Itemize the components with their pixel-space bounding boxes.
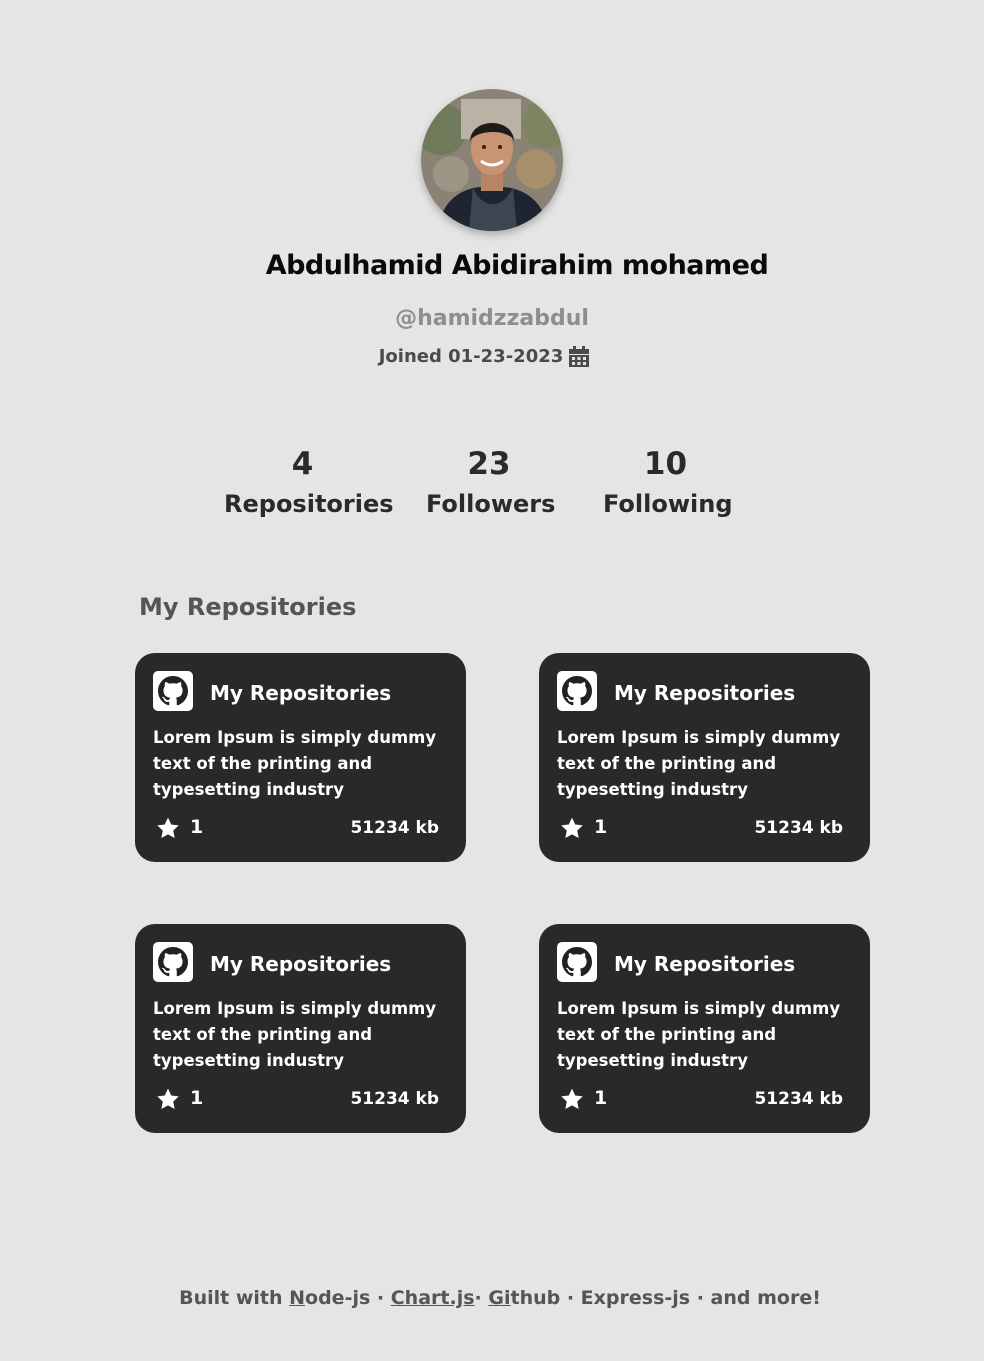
footer-github-first: Gi xyxy=(488,1287,511,1309)
joined-text: Joined 01-23-2023 xyxy=(378,346,564,367)
repo-size: 51234 kb xyxy=(350,818,439,838)
repo-size: 51234 kb xyxy=(350,1089,439,1109)
github-icon xyxy=(153,942,193,982)
profile-page: Abdulhamid Abidirahim mohamed @hamidzzab… xyxy=(0,0,984,1361)
stat-value: 23 xyxy=(467,446,511,482)
footer-link-nodejs[interactable]: Node-js xyxy=(289,1287,370,1309)
profile-name: Abdulhamid Abidirahim mohamed xyxy=(265,250,769,281)
repo-size: 51234 kb xyxy=(754,1089,843,1109)
footer-node-first: N xyxy=(289,1287,306,1309)
star-icon xyxy=(155,1087,181,1112)
profile-handle: @hamidzzabdul xyxy=(395,306,589,331)
section-title: My Repositories xyxy=(139,593,357,621)
repo-card[interactable]: My Repositories Lorem Ipsum is simply du… xyxy=(539,653,870,862)
stat-repositories[interactable]: 4 Repositories xyxy=(224,444,394,524)
repo-card[interactable]: My Repositories Lorem Ipsum is simply du… xyxy=(539,924,870,1133)
stat-value: 4 xyxy=(291,446,314,482)
stat-value: 10 xyxy=(643,446,688,482)
github-icon xyxy=(557,942,597,982)
footer-rest: · Express-js · and more! xyxy=(560,1287,821,1309)
star-icon xyxy=(559,1087,585,1112)
star-icon xyxy=(155,816,181,841)
repo-title[interactable]: My Repositories xyxy=(614,681,795,705)
star-count: 1 xyxy=(190,816,204,838)
stat-followers[interactable]: 23 Followers xyxy=(426,444,556,524)
star-count: 1 xyxy=(594,1087,608,1109)
footer-github-rest: thub xyxy=(510,1287,561,1309)
stat-label: Repositories xyxy=(224,490,394,518)
calendar-icon xyxy=(569,346,590,367)
stat-following[interactable]: 10 Following xyxy=(603,444,733,524)
avatar xyxy=(421,89,563,231)
footer-prefix: Built with xyxy=(179,1287,290,1309)
repo-title[interactable]: My Repositories xyxy=(210,952,391,976)
repo-description: Lorem Ipsum is simply dummy text of the … xyxy=(557,999,841,1070)
repo-card[interactable]: My Repositories Lorem Ipsum is simply du… xyxy=(135,653,466,862)
footer-link-chartjs[interactable]: Chart.js xyxy=(391,1287,475,1309)
repo-size: 51234 kb xyxy=(754,818,843,838)
repo-description: Lorem Ipsum is simply dummy text of the … xyxy=(153,728,437,799)
github-icon xyxy=(153,671,193,711)
joined-date: Joined 01-23-2023 xyxy=(0,346,968,367)
footer-sep: · xyxy=(474,1287,489,1309)
repo-title[interactable]: My Repositories xyxy=(614,952,795,976)
footer-sep: · xyxy=(370,1287,391,1309)
footer: Built with Node-js · Chart.js· Github · … xyxy=(0,1287,984,1309)
repo-title[interactable]: My Repositories xyxy=(210,681,391,705)
repo-card[interactable]: My Repositories Lorem Ipsum is simply du… xyxy=(135,924,466,1133)
star-icon xyxy=(559,816,585,841)
stat-label: Following xyxy=(603,490,733,518)
repo-description: Lorem Ipsum is simply dummy text of the … xyxy=(557,728,841,799)
github-icon xyxy=(557,671,597,711)
footer-link-github[interactable]: Github xyxy=(488,1287,560,1309)
star-count: 1 xyxy=(594,816,608,838)
stat-label: Followers xyxy=(426,490,556,518)
star-count: 1 xyxy=(190,1087,204,1109)
footer-node-rest: ode-js xyxy=(305,1287,371,1309)
profile-stats: 4 Repositories 23 Followers 10 Following xyxy=(0,444,984,534)
repo-description: Lorem Ipsum is simply dummy text of the … xyxy=(153,999,437,1070)
